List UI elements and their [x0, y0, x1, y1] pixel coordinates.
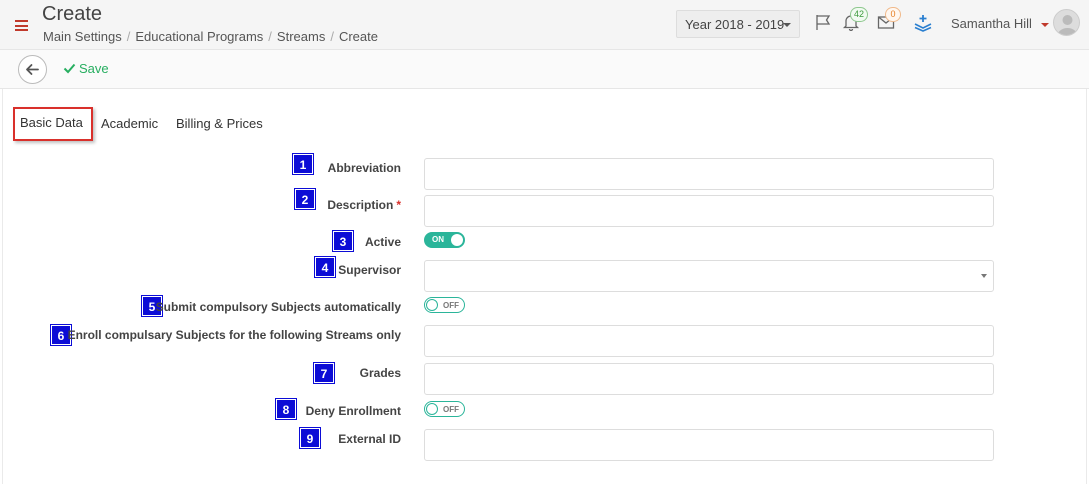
- tab-academic[interactable]: Academic: [101, 116, 158, 131]
- external-id-input[interactable]: [424, 429, 994, 461]
- avatar-icon[interactable]: [1053, 9, 1080, 36]
- field-number-badge: 4: [315, 257, 335, 277]
- notifications-badge: 42: [850, 7, 869, 22]
- action-toolbar: Save: [0, 50, 1089, 89]
- back-button[interactable]: [18, 55, 47, 84]
- layers-icon[interactable]: [913, 14, 933, 37]
- user-name[interactable]: Samantha Hill: [951, 16, 1032, 31]
- flag-icon[interactable]: [814, 13, 832, 36]
- submit-compulsory-toggle-text: OFF: [443, 300, 459, 310]
- save-label: Save: [79, 61, 109, 76]
- description-label-text: Description: [327, 198, 394, 212]
- abbreviation-input[interactable]: [424, 158, 994, 190]
- active-toggle[interactable]: ON: [424, 232, 465, 248]
- external-id-label: External ID: [338, 432, 401, 446]
- menu-icon[interactable]: [15, 20, 28, 31]
- check-icon: [63, 63, 76, 74]
- bell-icon[interactable]: 42: [842, 7, 869, 36]
- deny-enrollment-toggle-text: OFF: [443, 404, 459, 414]
- tab-billing-prices[interactable]: Billing & Prices: [176, 116, 263, 131]
- back-arrow-icon: [26, 64, 39, 75]
- required-marker: *: [396, 198, 401, 212]
- enroll-compulsory-streams-label: Enroll compulsary Subjects for the follo…: [67, 328, 401, 342]
- chevron-down-icon: [783, 23, 791, 27]
- breadcrumb-educational-programs[interactable]: Educational Programs: [135, 29, 263, 44]
- page-title: Create: [42, 3, 103, 25]
- toggle-knob: [426, 403, 438, 415]
- active-toggle-text: ON: [432, 235, 444, 244]
- breadcrumb-create: Create: [338, 29, 378, 44]
- active-label: Active: [364, 235, 401, 249]
- enroll-compulsory-streams-input[interactable]: [424, 325, 994, 357]
- field-number-badge: 3: [333, 231, 353, 251]
- top-header: Create Main Settings / Educational Program…: [0, 0, 1089, 50]
- supervisor-select[interactable]: [424, 260, 994, 292]
- breadcrumb-streams[interactable]: Streams: [277, 29, 325, 44]
- grades-label: Grades: [359, 366, 401, 380]
- breadcrumb: Main Settings / Educational Programs / Strea…: [43, 29, 378, 44]
- field-number-badge: 8: [276, 399, 296, 419]
- description-label: Description *: [327, 198, 401, 212]
- supervisor-label: Supervisor: [338, 263, 401, 277]
- year-select-value: Year 2018 - 2019: [685, 17, 785, 32]
- messages-badge: 0: [885, 7, 901, 22]
- description-input[interactable]: [424, 195, 994, 227]
- tab-basic-data[interactable]: Basic Data: [20, 115, 83, 130]
- grades-input[interactable]: [424, 363, 994, 395]
- user-menu-caret-icon[interactable]: [1041, 23, 1049, 27]
- save-button[interactable]: Save: [63, 61, 109, 76]
- field-number-badge: 7: [314, 363, 334, 383]
- field-number-badge: 2: [295, 189, 315, 209]
- year-select[interactable]: Year 2018 - 2019: [676, 10, 800, 38]
- submit-compulsory-subjects-toggle[interactable]: OFF: [424, 297, 465, 313]
- submit-compulsory-subjects-label: Submit compulsory Subjects automatically: [155, 300, 401, 314]
- form-panel: Basic Data Academic Billing & Prices 1 A…: [2, 89, 1087, 484]
- toggle-knob: [451, 234, 463, 246]
- field-number-badge: 9: [300, 428, 320, 448]
- toggle-knob: [426, 299, 438, 311]
- abbreviation-label: Abbreviation: [327, 161, 401, 175]
- deny-enrollment-label: Deny Enrollment: [305, 404, 401, 418]
- deny-enrollment-toggle[interactable]: OFF: [424, 401, 465, 417]
- field-number-badge: 1: [293, 154, 313, 174]
- envelope-icon[interactable]: 0: [877, 7, 901, 36]
- breadcrumb-main-settings[interactable]: Main Settings: [43, 29, 122, 44]
- chevron-down-icon: [981, 274, 987, 278]
